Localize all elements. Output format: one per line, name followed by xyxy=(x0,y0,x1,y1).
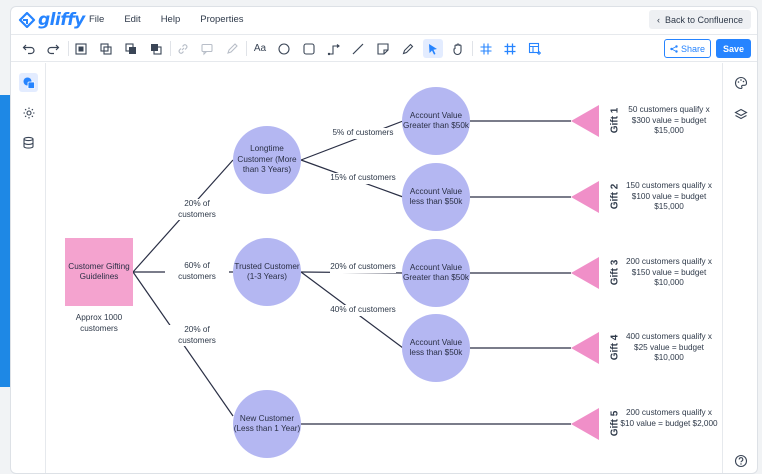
send-back-icon[interactable] xyxy=(146,39,166,58)
toolbar: Aa Share Save xyxy=(11,34,757,62)
gift-1-description: 50 customers qualify x $300 value = budg… xyxy=(628,105,710,135)
left-sidebar xyxy=(11,63,46,473)
value-node-3[interactable]: Account Value Greater than $50k xyxy=(402,239,470,307)
connector-line xyxy=(300,120,404,161)
gift-4-description: 400 customers qualify x $25 value = budg… xyxy=(625,332,712,362)
share-label: Share xyxy=(680,43,706,54)
right-sidebar xyxy=(722,63,757,473)
pointer-icon[interactable] xyxy=(423,39,443,58)
undo-icon[interactable] xyxy=(19,39,39,58)
segment-new-node[interactable]: New Customer (Less than 1 Year) xyxy=(233,390,301,458)
branch-label-new: 20% of customers xyxy=(165,325,229,346)
gift-5-triangle xyxy=(571,408,599,440)
branch-label-longtime: 20% of customers xyxy=(165,199,229,220)
select-all-icon[interactable] xyxy=(71,39,91,58)
menu-help[interactable]: Help xyxy=(161,14,181,25)
branch-label-tr-lt50: 40% of customers xyxy=(330,305,396,316)
layers-icon[interactable] xyxy=(731,105,750,124)
pencil-icon[interactable] xyxy=(398,39,418,58)
gift-5-description: 200 customers qualify x $10 value = budg… xyxy=(620,408,718,428)
gift-3-description: 200 customers qualify x $150 value = bud… xyxy=(625,257,712,287)
edit-icon[interactable] xyxy=(222,39,242,58)
menu-properties[interactable]: Properties xyxy=(200,14,243,25)
gliffy-logo: gliffy xyxy=(18,10,85,30)
table-plus-icon[interactable] xyxy=(525,39,545,58)
menu-bar: gliffy File Edit Help Properties ‹ Back … xyxy=(11,7,757,33)
branch-label-trusted: 60% of customers xyxy=(165,261,229,282)
gift-2-description: 150 customers qualify x $100 value = bud… xyxy=(625,181,712,211)
redo-icon[interactable] xyxy=(43,39,63,58)
toolbar-divider xyxy=(472,41,473,56)
logo-text: gliffy xyxy=(38,10,85,30)
menu-file[interactable]: File xyxy=(89,14,104,25)
line-icon[interactable] xyxy=(348,39,368,58)
palette-icon[interactable] xyxy=(731,73,750,92)
hand-icon[interactable] xyxy=(448,39,468,58)
menu-edit[interactable]: Edit xyxy=(124,14,140,25)
grid-icon[interactable] xyxy=(476,39,496,58)
table-icon[interactable] xyxy=(500,39,520,58)
gift-4-triangle xyxy=(571,332,599,364)
bring-front-icon[interactable] xyxy=(121,39,141,58)
value-node-1[interactable]: Account Value Greater than $50k xyxy=(402,87,470,155)
value-node-4[interactable]: Account Value less than $50k xyxy=(402,314,470,382)
gift-1-triangle xyxy=(571,105,599,137)
comment-icon[interactable] xyxy=(197,39,217,58)
root-node[interactable]: Customer Gifting Guidelines xyxy=(65,238,133,306)
back-button-label: Back to Confluence xyxy=(664,14,743,25)
chevron-left-icon: ‹ xyxy=(656,14,660,25)
share-icon xyxy=(670,44,678,53)
segment-trusted-node[interactable]: Trusted Customer (1-3 Years) xyxy=(233,238,301,306)
segment-longtime-node[interactable]: Longtime Customer (More than 3 Years) xyxy=(233,126,301,194)
diagram-canvas[interactable]: Customer Gifting Guidelines Approx 1000 … xyxy=(47,63,723,473)
rectangle-icon[interactable] xyxy=(299,39,319,58)
branch-label-lt-lt50: 15% of customers xyxy=(330,173,396,184)
back-to-confluence-button[interactable]: ‹ Back to Confluence xyxy=(648,10,751,29)
toolbar-divider xyxy=(68,41,69,56)
value-node-2[interactable]: Account Value less than $50k xyxy=(402,163,470,231)
settings-gear-icon[interactable] xyxy=(19,103,38,122)
branch-label-lt-gt50: 5% of customers xyxy=(330,128,396,139)
left-edge-strip xyxy=(0,95,10,387)
main-menu: File Edit Help Properties xyxy=(89,14,264,25)
gliffy-logo-icon xyxy=(18,12,36,28)
group-icon[interactable] xyxy=(96,39,116,58)
data-layers-icon[interactable] xyxy=(19,133,38,152)
branch-label-tr-gt50: 20% of customers xyxy=(330,262,396,273)
connector-icon[interactable] xyxy=(324,39,344,58)
gift-2-triangle xyxy=(571,181,599,213)
gliffy-app-window: gliffy File Edit Help Properties ‹ Back … xyxy=(10,6,758,474)
root-caption: Approx 1000 customers xyxy=(75,313,123,333)
ellipse-icon[interactable] xyxy=(274,39,294,58)
gift-3-triangle xyxy=(571,257,599,289)
note-icon[interactable] xyxy=(373,39,393,58)
toolbar-divider xyxy=(170,41,171,56)
help-icon[interactable] xyxy=(731,451,750,470)
shapes-icon[interactable] xyxy=(19,73,38,92)
toolbar-divider xyxy=(246,41,247,56)
share-button[interactable]: Share xyxy=(664,39,711,58)
text-icon[interactable]: Aa xyxy=(250,39,270,58)
link-icon[interactable] xyxy=(173,39,193,58)
save-button[interactable]: Save xyxy=(716,39,751,58)
